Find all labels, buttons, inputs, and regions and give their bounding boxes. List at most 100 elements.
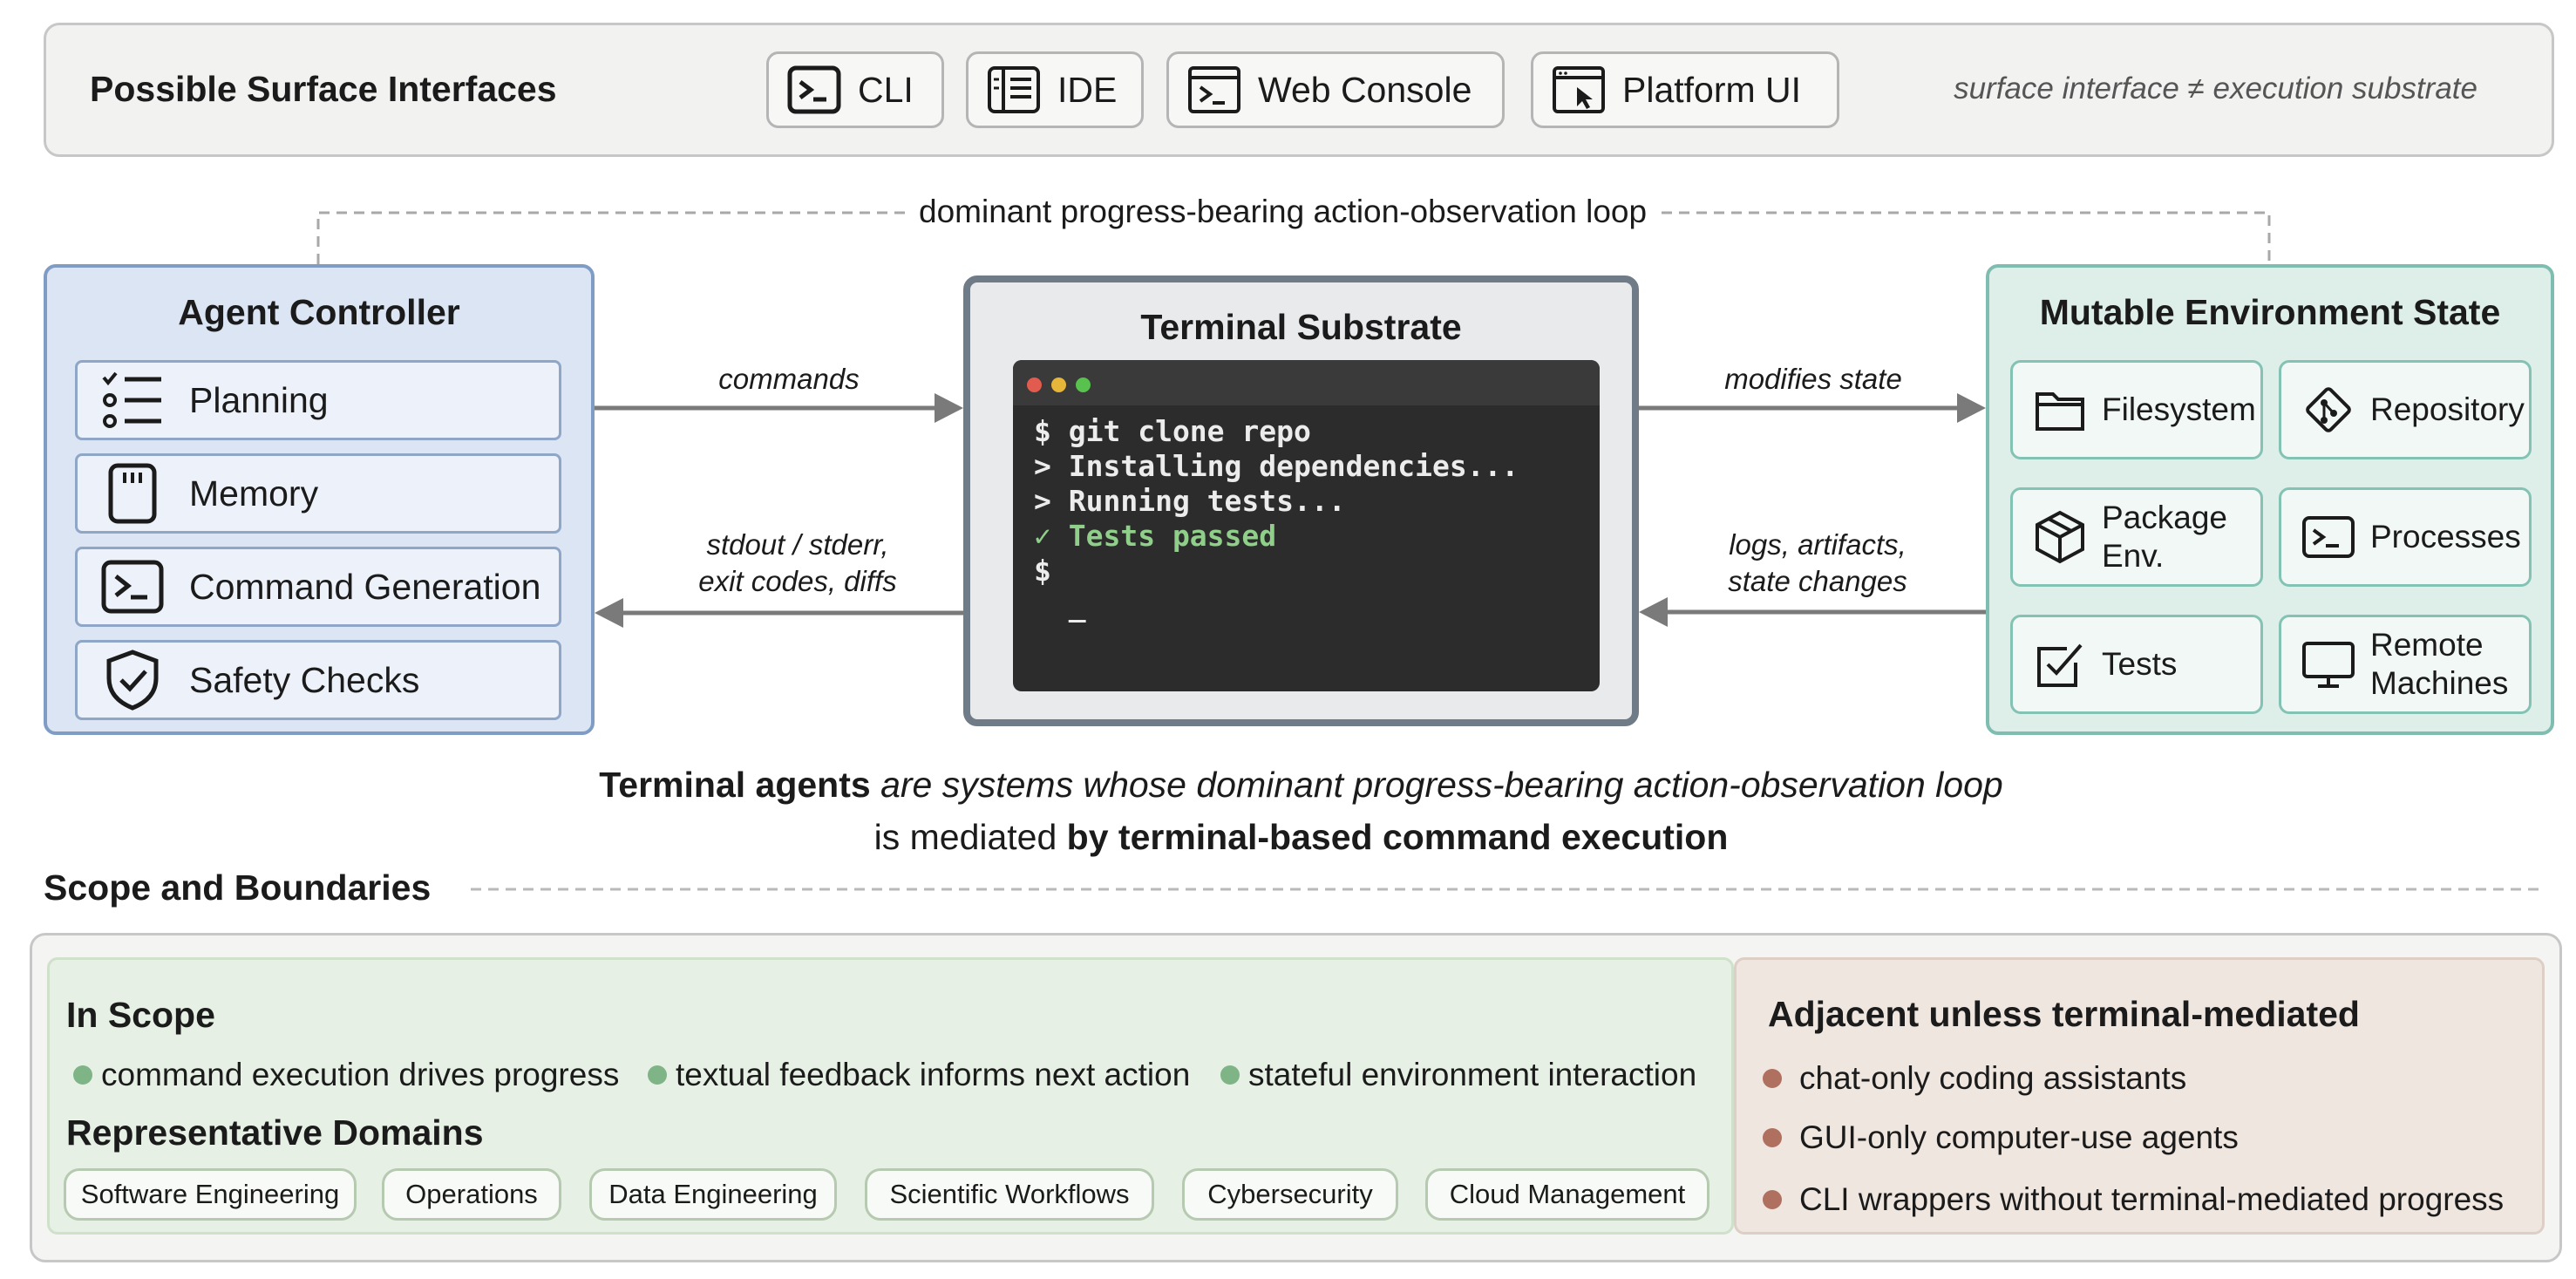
agent-item-label: Planning	[189, 379, 329, 420]
definition-bold: by terminal-based command execution	[1066, 817, 1729, 857]
edge-label-env-feedback: logs, artifacts, state changes	[1682, 527, 1953, 600]
terminal-cursor: _	[1034, 588, 1086, 622]
agent-item-memory: Memory	[75, 453, 561, 534]
browser-terminal-icon	[1188, 66, 1240, 113]
terminal-prompt-icon	[2302, 516, 2355, 558]
definition-plain: is mediated	[873, 817, 1067, 857]
adjacent-item-label: CLI wrappers without terminal-mediated p…	[1799, 1181, 2505, 1217]
in-scope-item-label: stateful environment interaction	[1248, 1057, 1697, 1092]
terminal-line: > Installing dependencies...	[1034, 449, 1519, 483]
folder-icon	[2036, 392, 2084, 431]
env-item-tests: Tests	[2010, 615, 2263, 714]
terminal-line: $ git clone repo	[1034, 414, 1311, 448]
agent-item-planning: Planning	[75, 360, 561, 440]
bullet-icon	[1220, 1065, 1240, 1085]
checklist-icon	[102, 371, 161, 428]
in-scope-item-label: command execution drives progress	[101, 1057, 620, 1092]
env-item-label: Tests	[2102, 646, 2178, 682]
agent-controller-title: Agent Controller	[178, 292, 460, 332]
edge-label-feedback-line1: stdout / stderr,	[706, 528, 889, 561]
env-item-label: Remote Machines	[2370, 627, 2509, 701]
interface-chip-ide: IDE	[966, 51, 1144, 128]
interface-label: Web Console	[1258, 69, 1472, 110]
memory-card-icon	[108, 463, 157, 524]
surface-note: surface interface ≠ execution substrate	[1954, 71, 2477, 105]
domain-chip-scientific-workflows: Scientific Workflows	[865, 1168, 1154, 1221]
domain-chip-data-engineering: Data Engineering	[589, 1168, 837, 1221]
surface-interfaces-bar: Possible Surface Interfaces CLI IDE Web …	[44, 23, 2554, 157]
checkbox-icon	[2037, 643, 2083, 687]
env-item-filesystem: Filesystem	[2010, 360, 2263, 459]
agent-controller-panel: Agent Controller Planning Memory Command…	[44, 264, 595, 735]
edge-label-commands: commands	[718, 363, 860, 395]
arrow-env-feedback	[1639, 597, 1986, 627]
definition-term: Terminal agents	[599, 765, 871, 805]
agent-item-command-generation: Command Generation	[75, 547, 561, 627]
scope-title: Scope and Boundaries	[44, 867, 432, 908]
in-scope-item: command execution drives progress	[73, 1057, 619, 1093]
adjacent-item-label: GUI-only computer-use agents	[1799, 1119, 2239, 1155]
interface-chip-web-console: Web Console	[1166, 51, 1505, 128]
env-item-repository: Repository	[2279, 360, 2532, 459]
definition-line-1: Terminal agents are systems whose domina…	[0, 759, 2576, 811]
environment-state-panel: Mutable Environment State Filesystem Rep…	[1986, 264, 2554, 735]
adjacent-title: Adjacent unless terminal-mediated	[1768, 994, 2360, 1034]
adjacent-item: CLI wrappers without terminal-mediated p…	[1763, 1181, 2504, 1218]
terminal-line: $	[1034, 554, 1051, 588]
bullet-icon	[1763, 1190, 1782, 1209]
in-scope-item: textual feedback informs next action	[648, 1057, 1190, 1093]
adjacent-item-label: chat-only coding assistants	[1799, 1060, 2187, 1096]
bullet-icon	[1763, 1128, 1782, 1147]
definition-italic: are systems whose dominant progress-bear…	[870, 765, 2003, 805]
env-item-label: Repository	[2370, 391, 2525, 427]
window-cursor-icon	[1553, 66, 1605, 113]
env-item-remote-machines: Remote Machines	[2279, 615, 2532, 714]
definition-statement: Terminal agents are systems whose domina…	[0, 759, 2576, 863]
edge-label-env-feedback-line1: logs, artifacts,	[1729, 528, 1907, 561]
arrow-feedback	[595, 598, 963, 628]
interface-label: IDE	[1057, 69, 1118, 110]
surface-title: Possible Surface Interfaces	[90, 69, 557, 109]
env-item-label: Filesystem	[2102, 391, 2256, 427]
terminal-line: > Running tests...	[1034, 484, 1346, 518]
in-scope-title: In Scope	[66, 995, 215, 1035]
env-item-label: Package Env.	[2102, 500, 2227, 574]
in-scope-item-label: textual feedback informs next action	[676, 1057, 1191, 1092]
package-icon	[2036, 510, 2084, 564]
bullet-icon	[1763, 1069, 1782, 1088]
terminal-prompt-icon	[787, 65, 841, 114]
domain-chip-cloud-management: Cloud Management	[1425, 1168, 1709, 1221]
edge-label-feedback-line2: exit codes, diffs	[698, 565, 897, 597]
agent-item-label: Safety Checks	[189, 659, 420, 700]
env-item-processes: Processes	[2279, 487, 2532, 587]
adjacent-item: chat-only coding assistants	[1763, 1060, 2186, 1097]
git-icon	[2306, 387, 2351, 432]
arrow-modifies-state	[1639, 393, 1986, 423]
in-scope-item: stateful environment interaction	[1220, 1057, 1696, 1093]
domain-chip-software-engineering: Software Engineering	[64, 1168, 357, 1221]
code-editor-icon	[988, 66, 1040, 113]
domain-chip-cybersecurity: Cybersecurity	[1182, 1168, 1398, 1221]
adjacent-item: GUI-only computer-use agents	[1763, 1119, 2239, 1156]
shield-check-icon	[106, 650, 159, 711]
interface-chip-cli: CLI	[766, 51, 944, 128]
terminal-substrate-title: Terminal Substrate	[1140, 307, 1462, 347]
interface-label: CLI	[858, 69, 914, 110]
bullet-icon	[73, 1065, 92, 1085]
env-item-package-env: Package Env.	[2010, 487, 2263, 587]
environment-state-title: Mutable Environment State	[2039, 292, 2501, 332]
agent-item-label: Command Generation	[189, 566, 541, 607]
bullet-icon	[648, 1065, 667, 1085]
edge-label-modifies-state: modifies state	[1724, 363, 1902, 395]
terminal-window: $ git clone repo > Installing dependenci…	[1013, 360, 1600, 691]
agent-item-label: Memory	[189, 473, 319, 514]
interface-chip-platform-ui: Platform UI	[1531, 51, 1839, 128]
domain-chip-operations: Operations	[382, 1168, 561, 1221]
close-dot-icon	[1027, 378, 1042, 392]
domains-title: Representative Domains	[66, 1112, 484, 1153]
arrow-commands	[595, 393, 963, 423]
terminal-titlebar	[1013, 360, 1600, 405]
edge-label-feedback: stdout / stderr, exit codes, diffs	[663, 527, 933, 600]
minimize-dot-icon	[1051, 378, 1066, 392]
loop-label: dominant progress-bearing action-observa…	[907, 194, 1660, 230]
